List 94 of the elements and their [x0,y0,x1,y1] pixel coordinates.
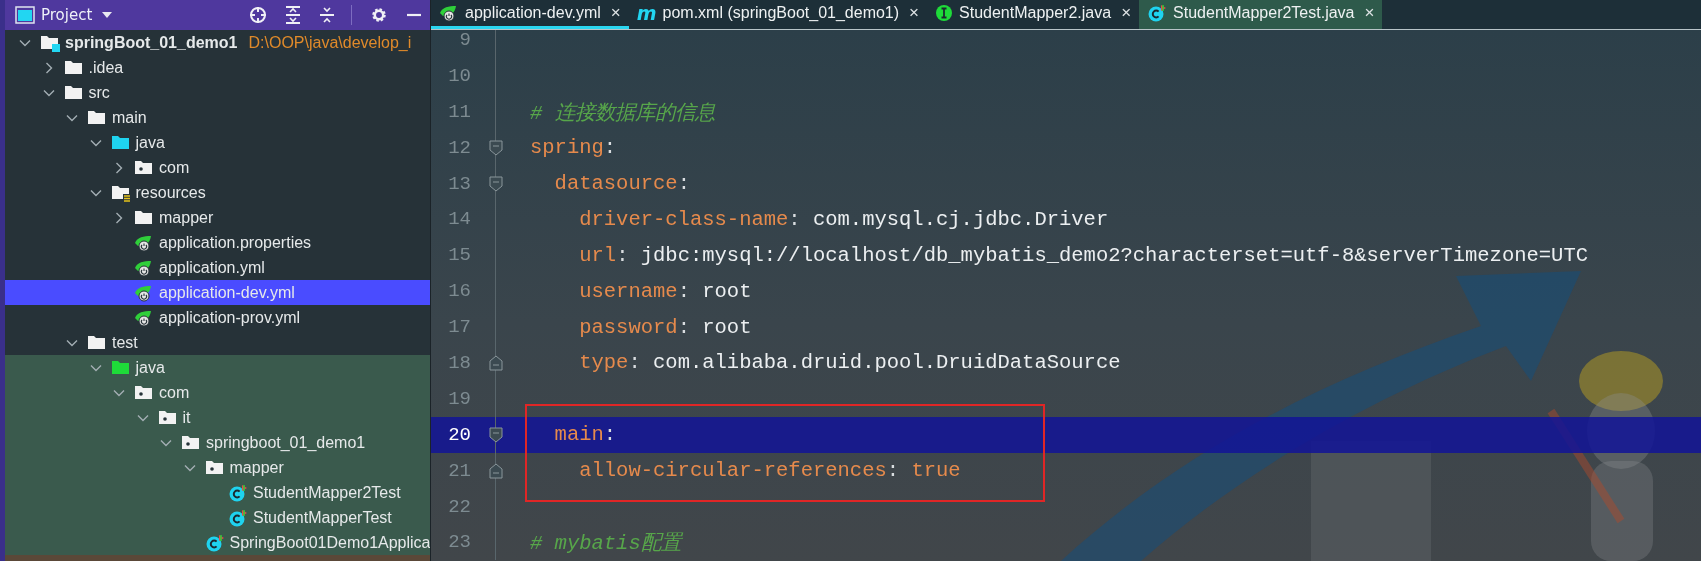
class-icon [228,508,248,527]
line-number: 9 [458,30,471,51]
expand-all-icon[interactable] [285,6,301,24]
close-icon[interactable]: × [909,3,919,23]
tree-item[interactable]: it [5,405,430,430]
chevron-right-icon[interactable] [113,161,125,174]
code-line: password: root [578,315,752,339]
package-folder-icon [134,158,154,177]
close-icon[interactable]: × [610,3,621,23]
folder-icon [63,83,84,102]
editor-tab[interactable]: StudentMapper2Test.java × [1139,0,1383,29]
line-number: 16 [447,280,471,303]
interface-icon [935,4,953,22]
code-line: username: root [578,279,752,303]
code-line: # 连接数据库的信息 [530,100,715,126]
tree-item[interactable]: test [5,330,430,355]
code-line: main: [553,423,617,447]
editor-tab[interactable]: StudentMapper2.java × [927,0,1140,29]
package-folder-icon [181,433,201,452]
tree-item[interactable]: main [5,105,430,130]
chevron-right-icon[interactable] [113,211,125,224]
module-path: D:\OOP\java\develop_i [248,33,412,52]
fold-end-icon [488,354,503,371]
folder-icon [87,108,107,127]
tree-item[interactable]: StudentMapper2Test [5,480,430,505]
line-number: 12 [447,136,471,159]
leaf-gear-icon [134,283,154,302]
caret-icon[interactable] [102,12,113,18]
maven-logo: m [636,2,657,24]
editor-tab[interactable]: m pom.xml (springBoot_01_demo1) × [628,0,927,29]
code-line: # mybatis配置 [530,531,681,557]
tree-item[interactable]: mapper [5,455,430,480]
line-number: 20 [447,423,471,446]
class-icon [1147,4,1168,22]
tree-item[interactable]: springBoot_01_demo1 D:\OOP\java\develop_i [5,30,430,55]
code-line: url: jdbc:mysql://localhost/db_mybatis_demo2?characterset=utf-8&serverTimezone=UTC [578,243,1588,267]
package-folder-icon [157,408,178,427]
tree-item[interactable]: .idea [5,55,430,80]
fold-end-icon [488,462,503,479]
line-number: 23 [447,531,471,554]
leaf-gear-icon [134,233,154,252]
line-number: 11 [447,100,471,123]
tree-item[interactable]: springboot_01_demo1 [5,430,430,455]
tree-item[interactable]: resources [5,180,430,205]
tree-item[interactable]: com [5,155,430,180]
collapse-all-icon[interactable] [319,6,335,24]
folder-icon [87,333,107,352]
resources-folder-icon [110,183,131,202]
module-folder-icon [40,33,60,52]
tree-item[interactable]: application.yml [5,255,430,280]
folder-icon [110,358,131,377]
close-icon[interactable]: × [1121,3,1132,23]
line-number: 14 [447,208,471,231]
line-number: 21 [447,459,471,482]
tree-item[interactable]: SpringBoot01Demo1Applica [5,530,430,555]
leaf-gear-icon [134,258,154,277]
code-line: spring: [530,136,617,160]
tree-item[interactable]: java [5,355,430,380]
settings-icon[interactable] [370,6,388,24]
line-number: 13 [447,172,471,195]
fold-start-icon [488,139,503,156]
fold-start-icon [488,426,503,443]
leaf-gear-icon [134,308,154,327]
code-line: datasource: [553,172,690,195]
close-icon[interactable]: × [1364,3,1375,23]
class-icon [228,483,248,502]
tree-item[interactable]: application-dev.yml [5,280,430,305]
fold-start-icon [488,175,503,192]
tree-item[interactable]: StudentMapperTest [5,505,430,530]
class-icon [204,533,225,552]
tree-item[interactable]: src [5,80,430,105]
line-number: 10 [447,64,471,87]
line-number: 19 [447,387,471,410]
line-number: 17 [447,316,471,339]
leaf-gear-icon [439,4,459,22]
package-folder-icon [204,458,225,477]
folder-icon [110,133,131,152]
code-line: type: com.alibaba.druid.pool.DruidDataSource [578,351,1121,375]
code-line: allow-circular-references: true [578,459,961,483]
line-number: 15 [447,244,471,267]
folder-icon [134,208,154,227]
tree-item[interactable]: application.properties [5,230,430,255]
folder-icon [63,58,84,77]
line-number: 18 [447,351,471,374]
crosshair-icon[interactable] [249,6,267,24]
tree-item[interactable]: mapper [5,205,430,230]
panel-title[interactable]: Project [41,6,93,24]
package-folder-icon [134,383,154,402]
code-line: driver-class-name: com.mysql.cj.jdbc.Driver [578,207,1109,231]
line-number: 22 [447,495,471,518]
tree-item[interactable]: application-prov.yml [5,305,430,330]
window-icon [15,6,35,24]
tree-item[interactable]: com [5,380,430,405]
tree-item[interactable]: java [5,130,430,155]
